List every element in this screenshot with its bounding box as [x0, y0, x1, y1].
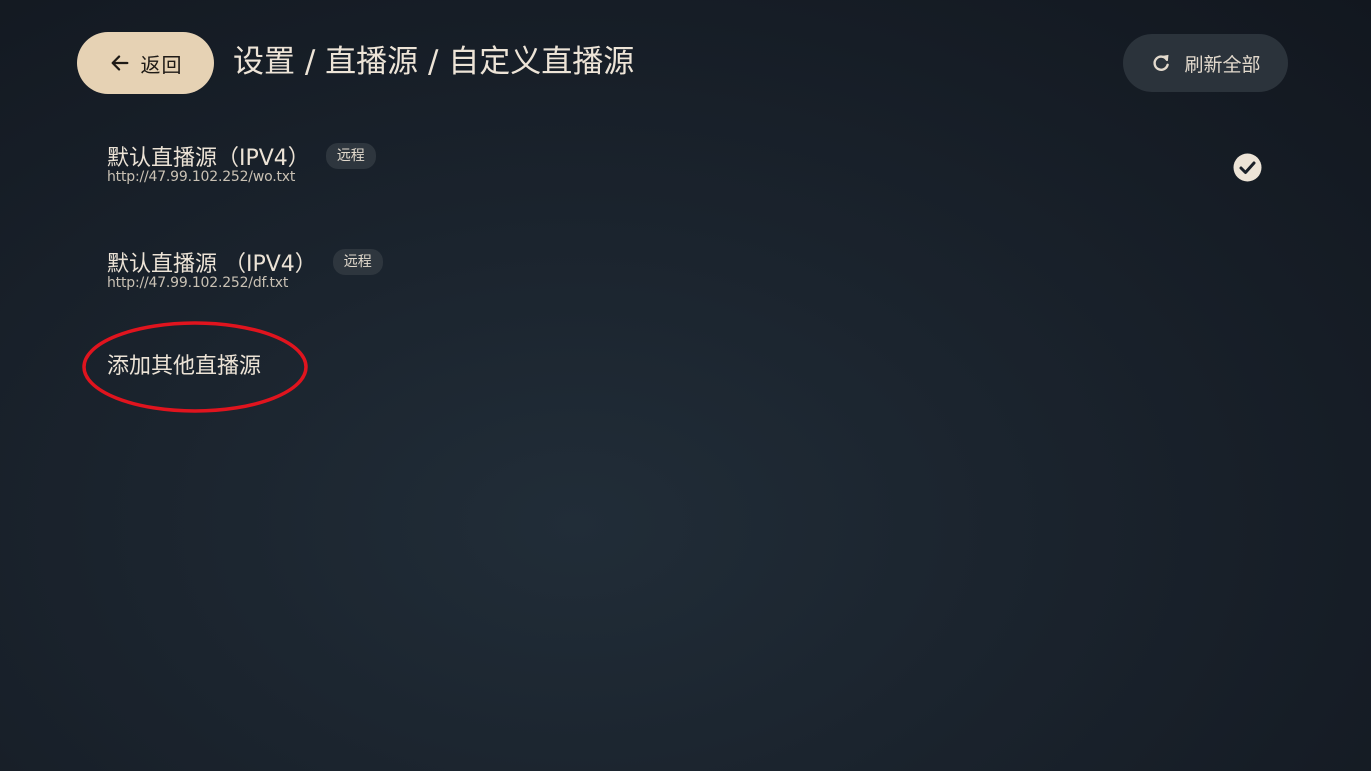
remote-badge: 远程 [332, 249, 383, 275]
source-title-row: 默认直播源 （IPV4） 远程 [107, 246, 1287, 278]
add-source-button[interactable]: 添加其他直播源 [107, 350, 261, 384]
refresh-icon [1150, 52, 1172, 74]
remote-badge: 远程 [325, 143, 376, 169]
back-button-label: 返回 [140, 52, 183, 77]
source-name: 默认直播源 （IPV4） [107, 252, 317, 277]
source-item[interactable]: 默认直播源（IPV4） 远程 http://47.99.102.252/wo.t… [107, 140, 1287, 185]
check-circle-icon [1233, 153, 1262, 182]
source-url: http://47.99.102.252/wo.txt [107, 169, 296, 185]
source-title-row: 默认直播源（IPV4） 远程 [107, 140, 1287, 172]
source-name: 默认直播源（IPV4） [107, 146, 310, 171]
source-item[interactable]: 默认直播源 （IPV4） 远程 http://47.99.102.252/df.… [107, 246, 1287, 291]
refresh-all-label: 刷新全部 [1184, 53, 1261, 76]
back-button[interactable]: 返回 [77, 32, 214, 94]
source-url: http://47.99.102.252/df.txt [107, 275, 289, 291]
arrow-left-icon [109, 52, 131, 74]
refresh-all-button[interactable]: 刷新全部 [1123, 34, 1288, 92]
breadcrumb: 设置 / 直播源 / 自定义直播源 [233, 44, 635, 80]
